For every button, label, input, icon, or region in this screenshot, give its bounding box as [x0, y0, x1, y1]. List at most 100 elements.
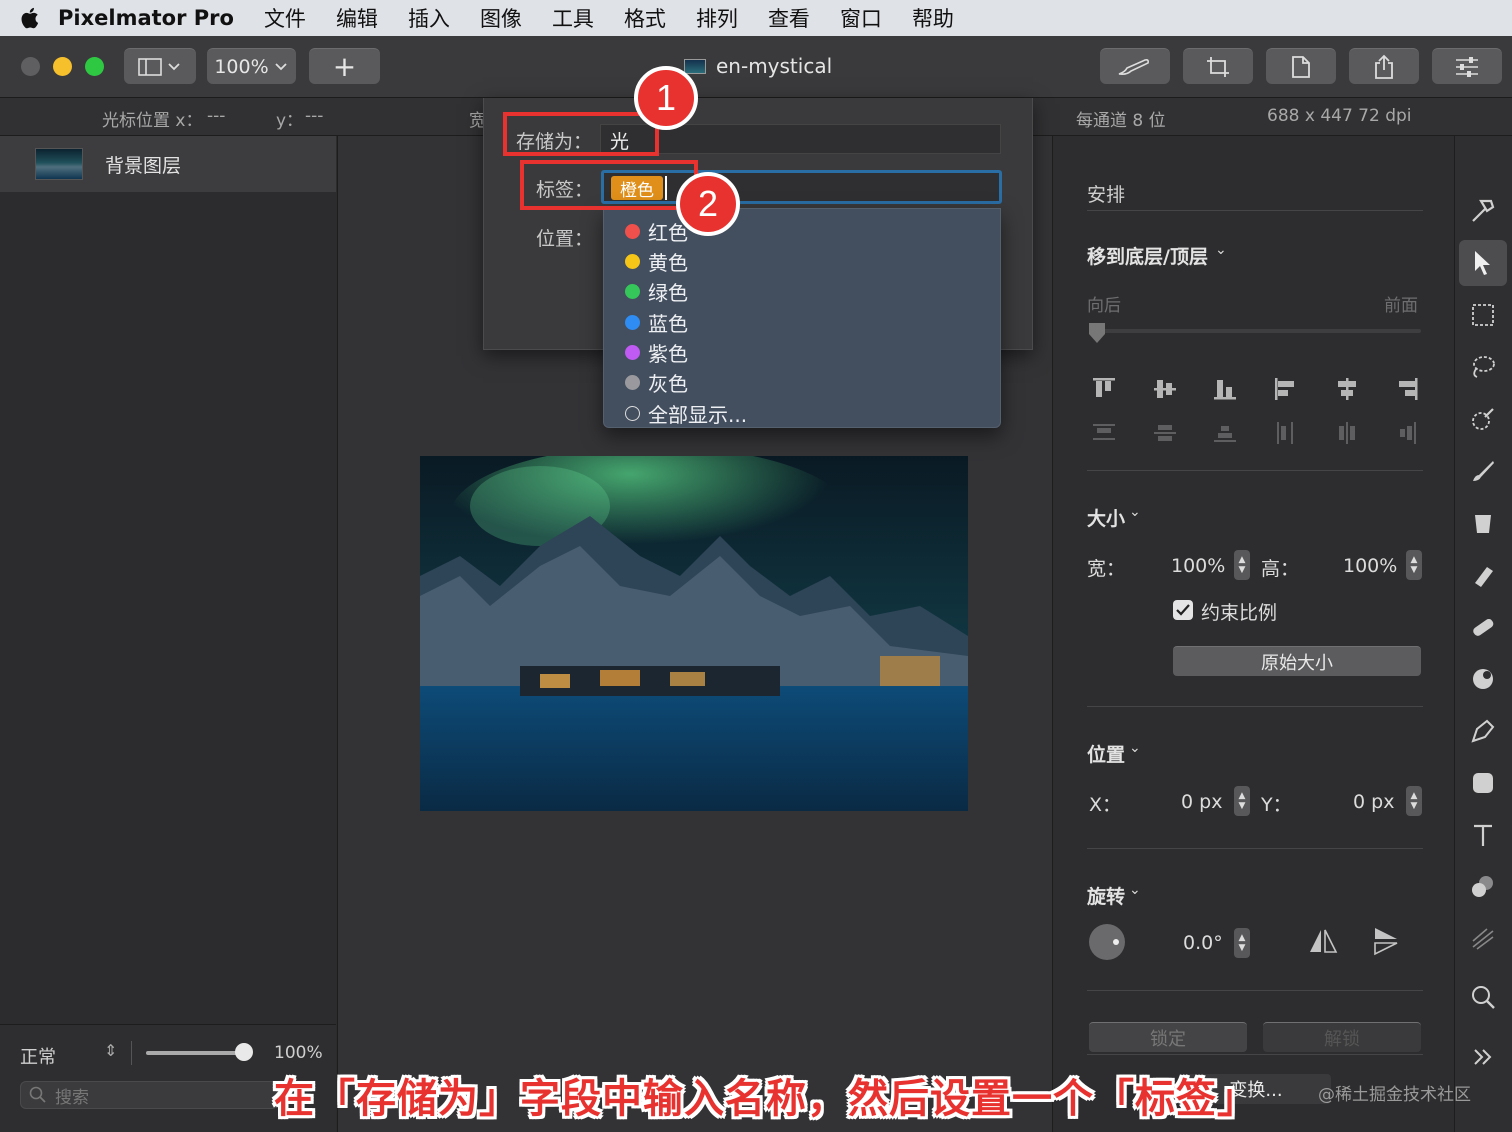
rotation-stepper[interactable]: ▲ ▼ [1234, 928, 1250, 958]
layer-order-slider-knob[interactable] [1089, 323, 1105, 343]
crop-button[interactable] [1183, 48, 1253, 84]
distribute-right-icon[interactable] [1394, 420, 1420, 446]
size-section-title[interactable]: 大小 [1087, 504, 1125, 531]
type-tool[interactable] [1459, 812, 1507, 858]
width-value-field[interactable]: 100% [1171, 555, 1225, 577]
opacity-slider-knob[interactable] [235, 1043, 253, 1061]
zoom-dropdown[interactable]: 100% [207, 48, 296, 84]
menu-format[interactable]: 格式 [624, 3, 666, 33]
pen-tool[interactable] [1459, 708, 1507, 754]
double-chevron-right-icon [1474, 1049, 1492, 1065]
lasso-tool[interactable] [1459, 344, 1507, 390]
align-bottom-icon[interactable] [1212, 376, 1238, 402]
format-button[interactable] [1266, 48, 1336, 84]
distort-tool[interactable] [1459, 656, 1507, 702]
menu-file[interactable]: 文件 [264, 3, 306, 33]
x-value-field[interactable]: 0 px [1181, 791, 1222, 813]
canvas-image[interactable] [420, 456, 968, 811]
align-vcenter-icon[interactable] [1152, 376, 1178, 402]
gray-dot-icon [625, 375, 640, 390]
tag-option-show-all[interactable]: 全部显示... [625, 399, 747, 428]
shape-tool[interactable] [1459, 760, 1507, 806]
align-hcenter-icon[interactable] [1334, 376, 1360, 402]
blend-mode-select[interactable]: 正常 [20, 1043, 56, 1069]
chevron-down-icon[interactable]: ⌄ [1129, 504, 1141, 520]
style-tool-button[interactable] [1100, 48, 1170, 84]
menu-edit[interactable]: 编辑 [336, 3, 378, 33]
adjust-button[interactable] [1432, 48, 1502, 84]
retouch-tool[interactable] [1459, 604, 1507, 650]
rotation-value-field[interactable]: 0.0° [1183, 932, 1223, 954]
menu-image[interactable]: 图像 [480, 3, 522, 33]
opacity-slider[interactable] [146, 1051, 246, 1055]
align-left-icon[interactable] [1273, 376, 1299, 402]
arrange-tool[interactable] [1459, 188, 1507, 234]
distribute-bottom-icon[interactable] [1212, 420, 1238, 446]
marquee-tool[interactable] [1459, 292, 1507, 338]
lock-button[interactable]: 锁定 [1089, 1022, 1247, 1052]
chevron-down-icon[interactable]: ⌄ [1215, 242, 1227, 258]
y-value-field[interactable]: 0 px [1353, 791, 1394, 813]
unlock-button[interactable]: 解锁 [1263, 1022, 1421, 1052]
color-adjust-tool[interactable] [1459, 864, 1507, 910]
add-button[interactable]: + [309, 48, 380, 84]
apple-icon[interactable] [0, 6, 58, 30]
height-value-field[interactable]: 100% [1343, 555, 1397, 577]
close-window-button[interactable] [21, 57, 40, 76]
move-section-title[interactable]: 移到底层/顶层 [1087, 242, 1208, 269]
menu-window[interactable]: 窗口 [840, 3, 882, 33]
highlight-box-tags [520, 160, 698, 210]
align-right-icon[interactable] [1394, 376, 1420, 402]
share-button[interactable] [1349, 48, 1419, 84]
zoom-window-button[interactable] [85, 57, 104, 76]
effects-tool[interactable] [1459, 916, 1507, 962]
menu-view[interactable]: 查看 [768, 3, 810, 33]
distribute-left-icon[interactable] [1273, 420, 1299, 446]
align-top-icon[interactable] [1091, 376, 1117, 402]
layer-order-slider[interactable] [1093, 329, 1421, 333]
tag-option-green[interactable]: 绿色 [625, 277, 688, 306]
tag-option-purple[interactable]: 紫色 [625, 338, 688, 367]
paint-tool[interactable] [1459, 448, 1507, 494]
layers-search-input[interactable]: 搜索 [20, 1081, 278, 1109]
tag-option-blue[interactable]: 蓝色 [625, 308, 688, 337]
tag-option-gray[interactable]: 灰色 [625, 368, 688, 397]
menu-arrange[interactable]: 排列 [696, 3, 738, 33]
y-stepper[interactable]: ▲ ▼ [1406, 786, 1422, 816]
menu-tools[interactable]: 工具 [552, 3, 594, 33]
chevron-down-icon[interactable]: ⌄ [1129, 740, 1141, 756]
position-section-title[interactable]: 位置 [1087, 740, 1125, 767]
sidebar-toggle-button[interactable] [124, 48, 196, 84]
minimize-window-button[interactable] [53, 57, 72, 76]
layer-thumbnail [35, 148, 83, 180]
more-tools-button[interactable] [1459, 1034, 1507, 1080]
original-size-button[interactable]: 原始大小 [1173, 646, 1421, 676]
flip-vertical-icon[interactable] [1373, 926, 1399, 956]
chevron-down-icon[interactable]: ⌄ [1129, 882, 1141, 898]
distribute-top-icon[interactable] [1091, 420, 1117, 446]
flip-horizontal-icon[interactable] [1308, 928, 1338, 954]
height-stepper[interactable]: ▲ ▼ [1406, 550, 1422, 580]
tag-option-yellow[interactable]: 黄色 [625, 247, 688, 276]
width-stepper[interactable]: ▲ ▼ [1234, 550, 1250, 580]
constrain-checkbox[interactable] [1173, 600, 1193, 620]
rotate-section-title[interactable]: 旋转 [1087, 882, 1125, 909]
zoom-tool[interactable] [1459, 974, 1507, 1020]
rotation-dial[interactable] [1089, 924, 1125, 960]
layer-row[interactable]: 背景图层 [0, 136, 336, 192]
app-name-menu[interactable]: Pixelmator Pro [58, 6, 234, 30]
distribute-hcenter-icon[interactable] [1334, 420, 1360, 446]
plus-icon: + [332, 50, 357, 83]
menu-help[interactable]: 帮助 [912, 3, 954, 33]
distribute-vcenter-icon[interactable] [1152, 420, 1178, 446]
updown-chevron-icon[interactable]: ⇕ [104, 1041, 117, 1060]
fill-tool[interactable] [1459, 500, 1507, 546]
color-select-tool[interactable] [1459, 396, 1507, 442]
document-thumbnail [684, 58, 706, 74]
erase-tool[interactable] [1459, 552, 1507, 598]
bit-depth: 每通道 8 位 [1076, 111, 1166, 131]
x-stepper[interactable]: ▲ ▼ [1234, 786, 1250, 816]
menu-insert[interactable]: 插入 [408, 3, 450, 33]
tag-option-red[interactable]: 红色 [625, 217, 688, 246]
select-tool[interactable] [1459, 240, 1507, 286]
